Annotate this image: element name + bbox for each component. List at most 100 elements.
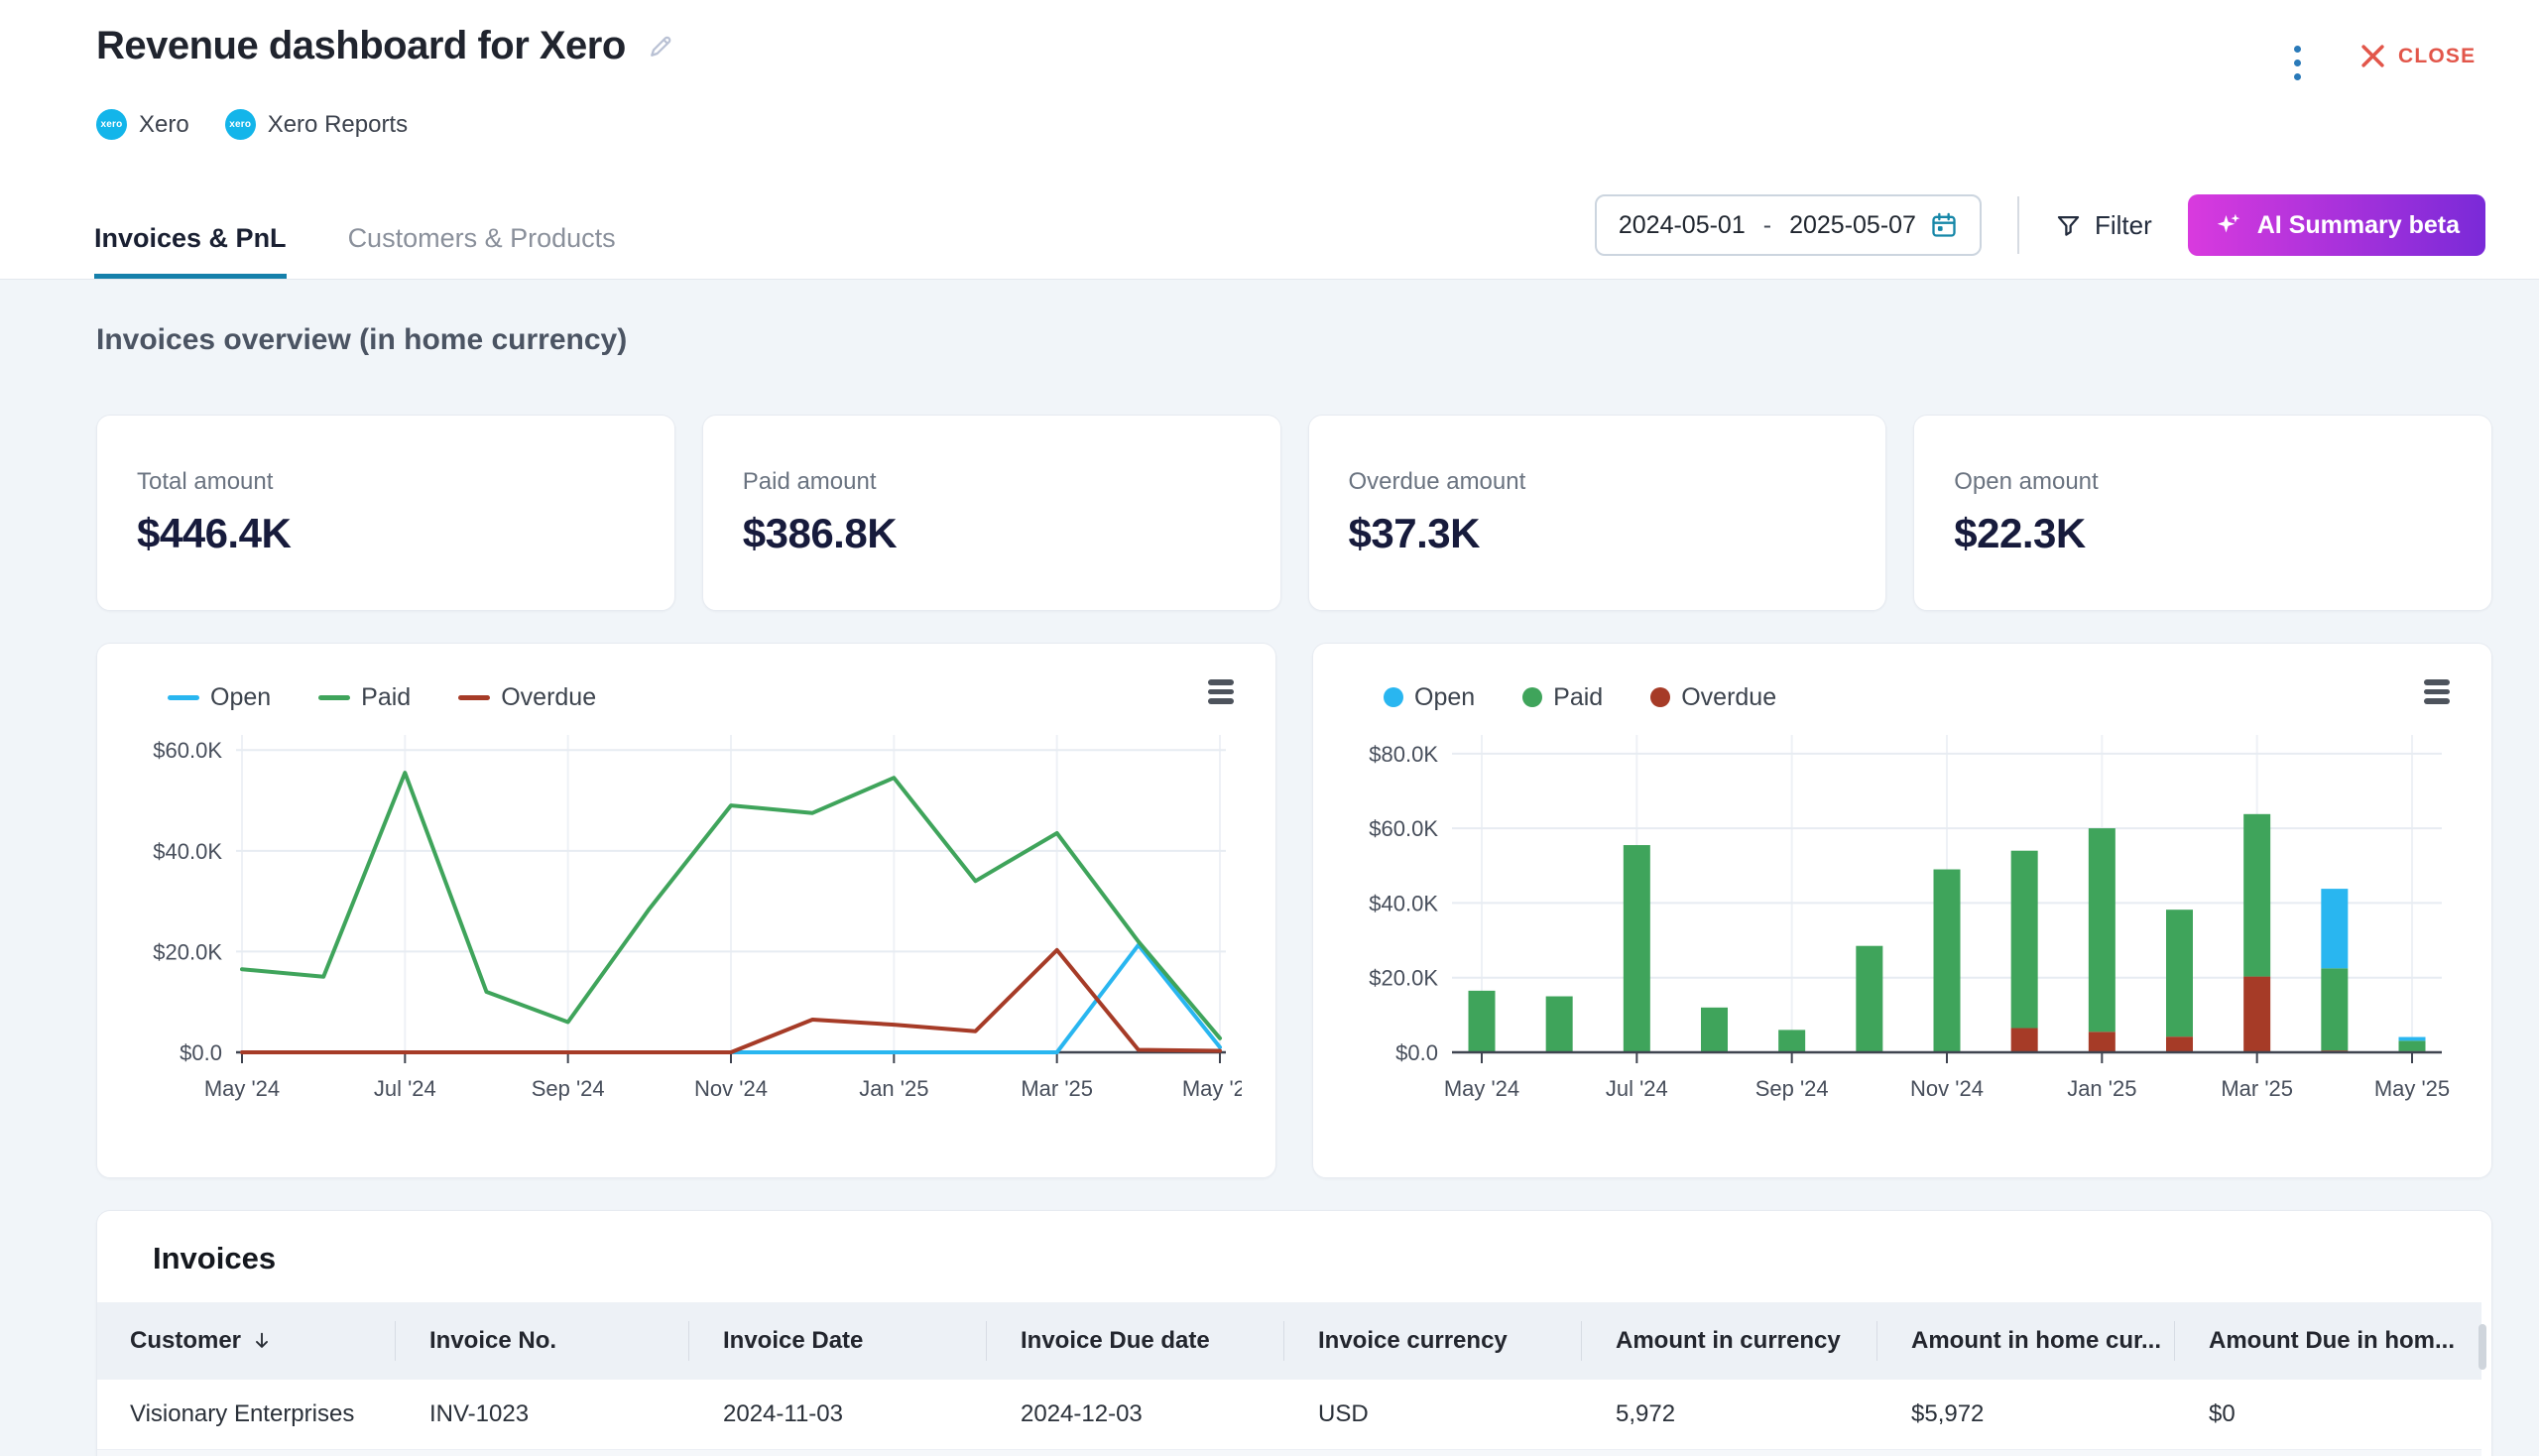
- column-header-invoice-no[interactable]: Invoice No.: [395, 1302, 688, 1380]
- header-controls: 2024-05-01 - 2025-05-07 Filter: [1595, 194, 2485, 256]
- hamburger-icon: [1208, 679, 1234, 685]
- filter-label: Filter: [2095, 210, 2152, 241]
- svg-text:Sep '24: Sep '24: [1755, 1076, 1829, 1101]
- column-header-amount-due-in-hom[interactable]: Amount Due in hom...: [2174, 1302, 2481, 1380]
- xero-logo-icon: xero: [96, 109, 127, 140]
- line-chart: $0.0$20.0K$40.0K$60.0KMay '24Jul '24Sep …: [133, 721, 1242, 1150]
- invoice-row[interactable]: Visionary EnterprisesINV-10232024-11-032…: [97, 1380, 2481, 1449]
- legend-item-open[interactable]: Open: [168, 683, 271, 712]
- section-title: Invoices overview (in home currency): [96, 323, 627, 357]
- column-header-invoice-currency[interactable]: Invoice currency: [1283, 1302, 1581, 1380]
- svg-text:Jan '25: Jan '25: [2067, 1076, 2136, 1101]
- column-header-invoice-due-date[interactable]: Invoice Due date: [986, 1302, 1283, 1380]
- legend-item-overdue[interactable]: Overdue: [1650, 683, 1776, 712]
- edit-title-icon[interactable]: [646, 32, 675, 61]
- column-label: Amount Due in hom...: [2209, 1327, 2455, 1355]
- stat-label: Total amount: [137, 468, 635, 496]
- bar-chart-legend: Open Paid Overdue: [1384, 679, 2456, 715]
- sort-arrow-down-icon: [251, 1330, 273, 1352]
- svg-text:$0.0: $0.0: [180, 1040, 222, 1065]
- column-label: Invoice currency: [1318, 1327, 1508, 1355]
- column-label: Amount in currency: [1616, 1327, 1841, 1355]
- svg-text:$20.0K: $20.0K: [153, 939, 222, 964]
- title-row: Revenue dashboard for Xero: [96, 24, 675, 68]
- legend-swatch: [1650, 687, 1670, 707]
- partial-next-row: [97, 1450, 2481, 1456]
- funnel-icon: [2055, 212, 2082, 239]
- bar-chart: $0.0$20.0K$40.0K$60.0K$80.0KMay '24Jul '…: [1349, 721, 2458, 1150]
- scrollbar-handle[interactable]: [2479, 1324, 2486, 1370]
- legend-item-paid[interactable]: Paid: [318, 683, 411, 712]
- tag-label: Xero Reports: [268, 111, 408, 139]
- legend-swatch: [168, 695, 199, 700]
- xero-logo-icon: xero: [225, 109, 256, 140]
- svg-text:May '25: May '25: [1182, 1076, 1242, 1101]
- date-range-input[interactable]: 2024-05-01 - 2025-05-07: [1595, 194, 1982, 256]
- column-header-amount-in-currency[interactable]: Amount in currency: [1581, 1302, 1876, 1380]
- legend-label: Open: [210, 683, 271, 712]
- stat-value: $37.3K: [1349, 510, 1847, 557]
- filter-button[interactable]: Filter: [2055, 210, 2152, 241]
- table-header-row: Customer Invoice No. Invoice Date Invoice D…: [97, 1302, 2481, 1380]
- tab-bar: Invoices & PnL Customers & Products: [94, 223, 616, 279]
- column-label: Invoice No.: [429, 1327, 556, 1355]
- svg-text:$0.0: $0.0: [1395, 1040, 1438, 1065]
- legend-label: Open: [1414, 683, 1475, 712]
- tab-customers-products[interactable]: Customers & Products: [348, 223, 616, 279]
- revenue-dashboard-page: Revenue dashboard for Xero CLOSE xero Xer…: [0, 0, 2539, 1456]
- legend-swatch: [1384, 687, 1403, 707]
- svg-text:Jul '24: Jul '24: [374, 1076, 436, 1101]
- stat-card-overdue-amount: Overdue amount $37.3K: [1308, 415, 1887, 611]
- stat-cards-row: Total amount$446.4KPaid amount$386.8KOve…: [96, 415, 2492, 611]
- close-button[interactable]: CLOSE: [2360, 44, 2476, 68]
- tab-invoices-pnl[interactable]: Invoices & PnL: [94, 223, 287, 279]
- chart-menu-button[interactable]: [2420, 675, 2454, 708]
- column-header-amount-in-home-cur[interactable]: Amount in home cur...: [1876, 1302, 2174, 1380]
- svg-text:Jul '24: Jul '24: [1606, 1076, 1668, 1101]
- table-scrollbar[interactable]: [2477, 1296, 2488, 1456]
- legend-item-paid[interactable]: Paid: [1522, 683, 1603, 712]
- svg-text:Sep '24: Sep '24: [532, 1076, 605, 1101]
- stat-card-open-amount: Open amount $22.3K: [1913, 415, 2492, 611]
- column-header-invoice-date[interactable]: Invoice Date: [688, 1302, 986, 1380]
- integration-tag-xero-reports: xero Xero Reports: [225, 109, 408, 140]
- cell: 2024-11-03: [688, 1380, 986, 1449]
- stat-label: Overdue amount: [1349, 468, 1847, 496]
- stat-value: $22.3K: [1954, 510, 2452, 557]
- sparkle-icon: [2214, 210, 2243, 240]
- column-label: Customer: [130, 1327, 241, 1355]
- invoices-table: Customer Invoice No. Invoice Date Invoice D…: [97, 1302, 2481, 1450]
- legend-swatch: [318, 695, 350, 700]
- column-label: Invoice Due date: [1021, 1327, 1210, 1355]
- legend-label: Overdue: [1681, 683, 1776, 712]
- integration-tags: xeroXeroxeroXero Reports: [96, 109, 408, 140]
- legend-item-open[interactable]: Open: [1384, 683, 1475, 712]
- stat-label: Open amount: [1954, 468, 2452, 496]
- svg-text:Jan '25: Jan '25: [859, 1076, 928, 1101]
- legend-label: Overdue: [501, 683, 596, 712]
- legend-item-overdue[interactable]: Overdue: [458, 683, 596, 712]
- bar-chart-card: OpenPaidOverdue $0.0$20.0K$40.0K$60.0K$8…: [1312, 643, 2492, 1178]
- kebab-icon: [2294, 46, 2301, 53]
- invoices-title: Invoices: [97, 1211, 2491, 1302]
- svg-text:$20.0K: $20.0K: [1369, 966, 1438, 991]
- svg-text:Mar '25: Mar '25: [1021, 1076, 1093, 1101]
- svg-text:Nov '24: Nov '24: [694, 1076, 768, 1101]
- stat-value: $386.8K: [743, 510, 1241, 557]
- svg-text:Nov '24: Nov '24: [1910, 1076, 1984, 1101]
- cell: $5,972: [1876, 1380, 2174, 1449]
- more-options-button[interactable]: [2286, 42, 2309, 84]
- legend-swatch: [458, 695, 490, 700]
- column-header-customer[interactable]: Customer: [97, 1302, 395, 1380]
- page-title: Revenue dashboard for Xero: [96, 24, 626, 68]
- line-chart-legend: Open Paid Overdue: [168, 679, 1240, 715]
- svg-text:May '24: May '24: [204, 1076, 280, 1101]
- svg-text:$60.0K: $60.0K: [1369, 816, 1438, 841]
- svg-text:Mar '25: Mar '25: [2221, 1076, 2293, 1101]
- date-start: 2024-05-01: [1619, 211, 1746, 240]
- cell: USD: [1283, 1380, 1581, 1449]
- chart-menu-button[interactable]: [1204, 675, 1238, 708]
- date-end: 2025-05-07: [1789, 211, 1916, 240]
- charts-row: OpenPaidOverdue $0.0$20.0K$40.0K$60.0KMa…: [96, 643, 2492, 1178]
- ai-summary-button[interactable]: AI Summary beta: [2188, 194, 2485, 256]
